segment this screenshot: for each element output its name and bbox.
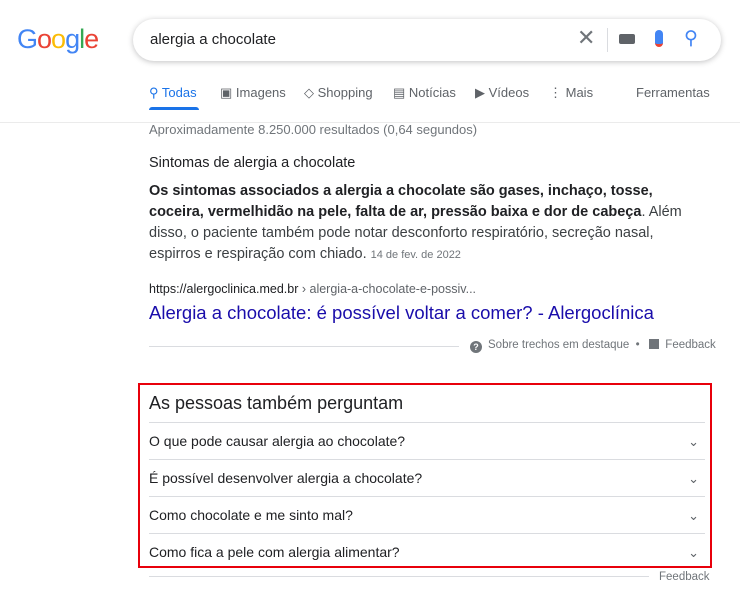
- chevron-down-icon: ⌄: [688, 545, 699, 560]
- snippet-footer: ? Sobre trechos em destaque • Feedback: [470, 339, 716, 353]
- snippet-bold: Os sintomas associados a alergia a choco…: [149, 183, 653, 220]
- chevron-down-icon: ⌄: [688, 434, 699, 449]
- tools-button[interactable]: Ferramentas: [636, 85, 710, 100]
- search-icon[interactable]: ⚲: [684, 27, 698, 50]
- feedback-icon: [649, 339, 660, 349]
- play-icon: ▶: [475, 85, 485, 100]
- divider: [607, 28, 608, 52]
- feedback-link[interactable]: Feedback: [649, 339, 716, 351]
- paa-question[interactable]: O que pode causar alergia ao chocolate? ⌄: [149, 422, 705, 460]
- separator: •: [635, 339, 640, 351]
- clear-icon[interactable]: ✕: [577, 25, 595, 51]
- divider: [149, 576, 649, 577]
- more-vertical-icon: ⋮: [549, 85, 562, 100]
- search-input[interactable]: alergia a chocolate: [150, 31, 276, 48]
- microphone-icon[interactable]: [655, 30, 663, 47]
- result-title-link[interactable]: Alergia a chocolate: é possível voltar a…: [149, 302, 654, 324]
- snippet-body: Os sintomas associados a alergia a choco…: [149, 181, 709, 266]
- chevron-down-icon: ⌄: [688, 471, 699, 486]
- paa-question[interactable]: É possível desenvolver alergia a chocola…: [149, 459, 705, 497]
- image-icon: ▣: [220, 85, 233, 100]
- chevron-down-icon: ⌄: [688, 508, 699, 523]
- tab-shopping[interactable]: ◇ Shopping: [304, 85, 373, 101]
- about-featured-snippets[interactable]: ? Sobre trechos em destaque: [470, 339, 629, 353]
- url-domain: https://alergoclinica.med.br: [149, 282, 299, 296]
- tab-mais[interactable]: ⋮ Mais: [549, 85, 593, 101]
- keyboard-icon[interactable]: [619, 34, 635, 44]
- divider: [149, 346, 459, 347]
- paa-feedback-link[interactable]: Feedback: [659, 571, 710, 583]
- help-icon: ?: [470, 341, 482, 353]
- tag-icon: ◇: [304, 85, 314, 100]
- result-stats: Aproximadamente 8.250.000 resultados (0,…: [149, 122, 478, 137]
- paa-question[interactable]: Como fica a pele com alergia alimentar? ⌄: [149, 533, 705, 571]
- result-url[interactable]: https://alergoclinica.med.br › alergia-a…: [149, 282, 476, 296]
- google-logo[interactable]: Google: [17, 24, 99, 55]
- news-icon: ▤: [393, 85, 406, 100]
- tab-noticias[interactable]: ▤ Notícias: [393, 85, 456, 101]
- url-path: › alergia-a-chocolate-e-possiv...: [298, 282, 477, 296]
- search-icon: ⚲: [149, 85, 159, 100]
- snippet-heading: Sintomas de alergia a chocolate: [149, 155, 356, 171]
- tab-imagens[interactable]: ▣ Imagens: [220, 85, 286, 101]
- search-box[interactable]: alergia a chocolate ✕ ⚲: [133, 19, 721, 61]
- tab-todas[interactable]: ⚲ Todas: [149, 85, 197, 101]
- snippet-date: 14 de fev. de 2022: [370, 249, 461, 261]
- tab-videos[interactable]: ▶ Vídeos: [475, 85, 529, 101]
- paa-question[interactable]: Como chocolate e me sinto mal? ⌄: [149, 496, 705, 534]
- paa-heading: As pessoas também perguntam: [149, 393, 404, 413]
- active-tab-indicator: [149, 107, 199, 110]
